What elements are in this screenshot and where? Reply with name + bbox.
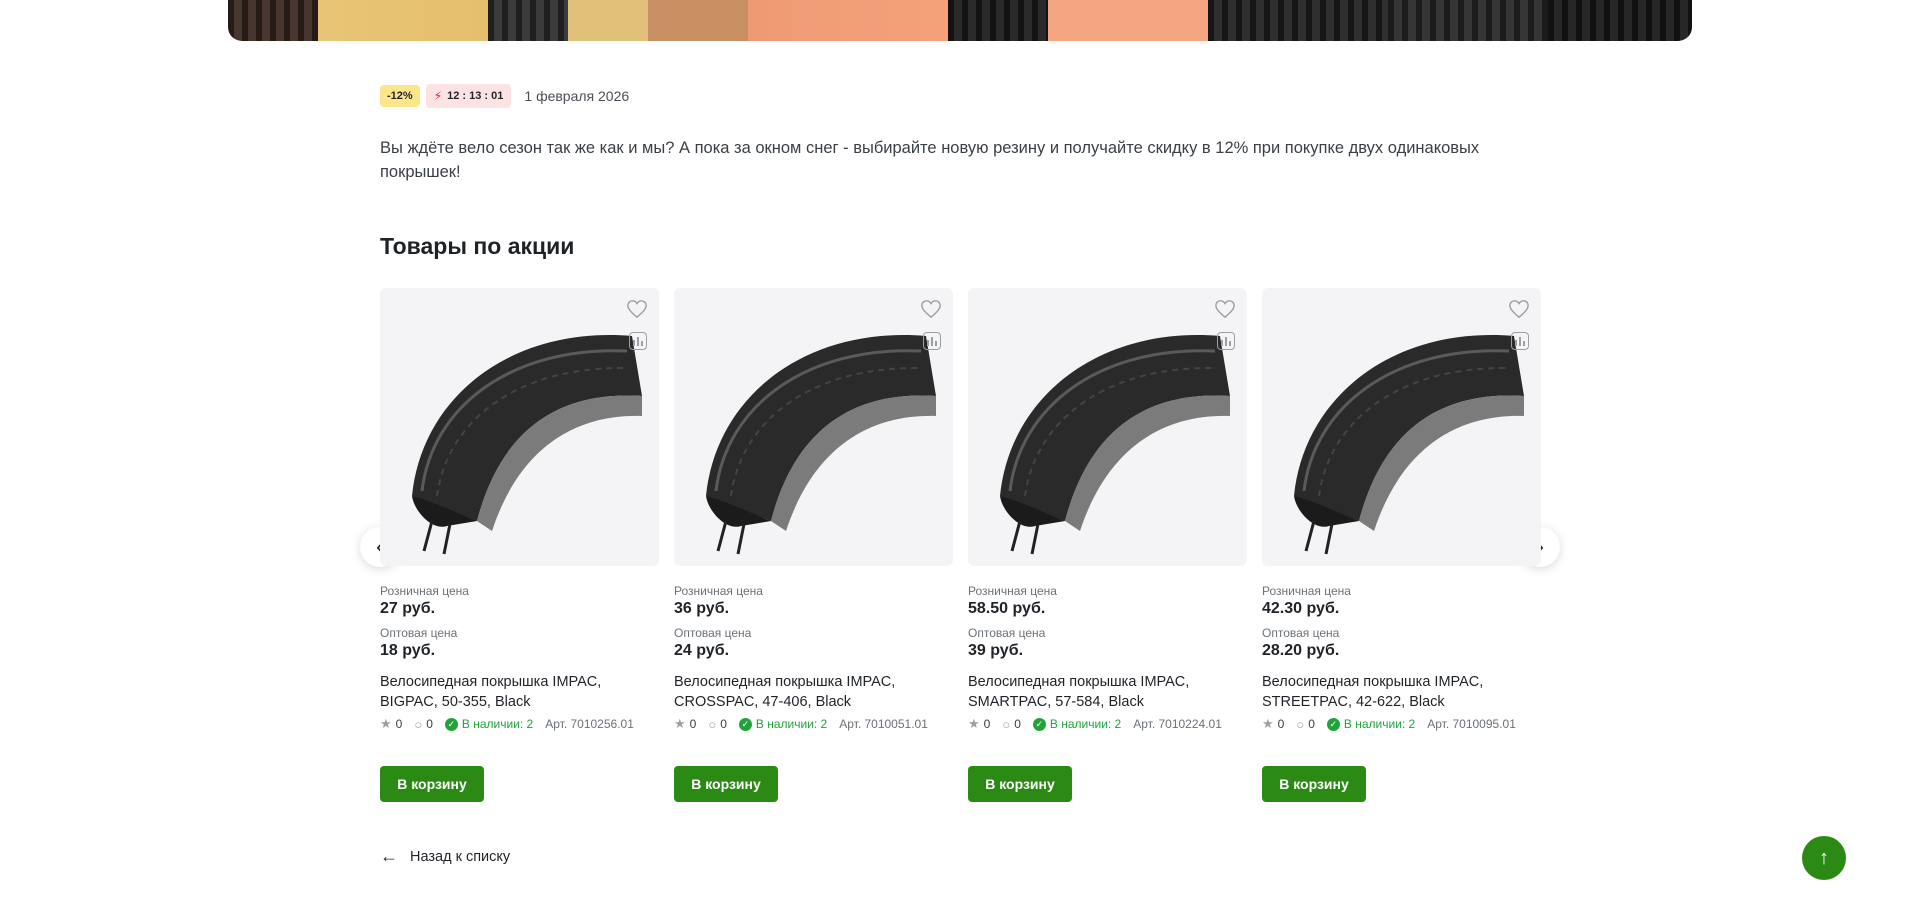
bar-chart-icon[interactable]	[1511, 332, 1529, 350]
check-circle-icon: ✓	[444, 717, 458, 731]
product-image[interactable]	[968, 288, 1247, 566]
article-number: Арт. 7010256.01	[545, 717, 634, 731]
article-number: Арт. 7010051.01	[839, 717, 928, 731]
star-icon: ★	[674, 716, 686, 731]
retail-price-label: Розничная цена	[968, 584, 1057, 598]
discount-badge: -12%	[380, 85, 420, 107]
bar-chart-icon[interactable]	[923, 332, 941, 350]
stock-text: В наличии: 2	[1049, 717, 1122, 731]
wholesale-price-label: Оптовая цена	[380, 626, 458, 640]
section-title: Товары по акции	[380, 233, 575, 259]
countdown-timer: ⚡ 12 : 13 : 01	[425, 84, 512, 108]
promo-description: Вы ждёте вело сезон так же как и мы? А п…	[380, 139, 1480, 181]
wholesale-price-label: Оптовая цена	[1262, 626, 1340, 640]
product-stats: ★ 0 ○ 0 ✓ В наличии: 2 Арт. 7010051.01	[674, 716, 953, 732]
comment-count: 0	[1308, 717, 1315, 731]
product-stats: ★ 0 ○ 0 ✓ В наличии: 2 Арт. 7010256.01	[380, 716, 659, 732]
stock-text: В наличии: 2	[755, 717, 828, 731]
bar-chart-icon[interactable]	[1217, 332, 1235, 350]
comment-count: 0	[1014, 717, 1021, 731]
promo-date: 1 февраля 2026	[524, 88, 630, 104]
product-title[interactable]: Велосипедная покрышка IMPAC, SMARTPAC, 5…	[968, 672, 1247, 712]
retail-price: 58.50 руб.	[968, 600, 1046, 617]
wholesale-price: 18 руб.	[380, 642, 436, 659]
retail-price: 36 руб.	[674, 600, 730, 617]
lightning-icon: ⚡	[433, 89, 443, 103]
star-icon: ★	[380, 716, 392, 731]
retail-price: 27 руб.	[380, 600, 436, 617]
retail-price-label: Розничная цена	[674, 584, 763, 598]
rating-count: 0	[983, 717, 991, 731]
retail-price-label: Розничная цена	[380, 584, 469, 598]
comment-icon: ○	[414, 716, 423, 732]
comment-icon: ○	[1296, 716, 1305, 732]
stock-status: ✓ В наличии: 2	[444, 717, 534, 731]
star-icon: ★	[968, 716, 980, 731]
wholesale-price-label: Оптовая цена	[968, 626, 1046, 640]
heart-icon[interactable]	[1508, 299, 1530, 319]
stock-text: В наличии: 2	[461, 717, 534, 731]
back-to-list-link[interactable]: ← Назад к списку	[380, 846, 510, 867]
wholesale-price: 24 руб.	[674, 642, 730, 659]
add-to-cart-button[interactable]: В корзину	[380, 766, 484, 802]
product-card: Розничная цена 27 руб. Оптовая цена 18 р…	[380, 288, 659, 802]
product-card: Розничная цена 58.50 руб. Оптовая цена 3…	[968, 288, 1247, 802]
heart-icon[interactable]	[1214, 299, 1236, 319]
heart-icon[interactable]	[920, 299, 942, 319]
product-image[interactable]	[674, 288, 953, 566]
wholesale-price: 28.20 руб.	[1262, 642, 1340, 659]
check-circle-icon: ✓	[1032, 717, 1046, 731]
promo-meta: -12% ⚡ 12 : 13 : 01 1 февраля 2026	[380, 84, 629, 108]
stock-status: ✓ В наличии: 2	[738, 717, 828, 731]
product-stats: ★ 0 ○ 0 ✓ В наличии: 2 Арт. 7010095.01	[1262, 716, 1541, 732]
scroll-to-top-button[interactable]: ↑	[1802, 836, 1846, 880]
check-circle-icon: ✓	[738, 717, 752, 731]
product-card: Розничная цена 42.30 руб. Оптовая цена 2…	[1262, 288, 1541, 802]
product-title[interactable]: Велосипедная покрышка IMPAC, STREETPAC, …	[1262, 672, 1541, 712]
product-card: Розничная цена 36 руб. Оптовая цена 24 р…	[674, 288, 953, 802]
stock-status: ✓ В наличии: 2	[1032, 717, 1122, 731]
arrow-left-icon: ←	[380, 846, 398, 866]
wholesale-price-label: Оптовая цена	[674, 626, 752, 640]
article-number: Арт. 7010224.01	[1133, 717, 1222, 731]
comment-count: 0	[720, 717, 727, 731]
wholesale-price: 39 руб.	[968, 642, 1024, 659]
tire-image	[1294, 335, 1524, 555]
arrow-up-icon: ↑	[1819, 846, 1829, 869]
tire-image	[412, 335, 642, 555]
tire-image	[706, 335, 936, 555]
rating-count: 0	[1277, 717, 1285, 731]
check-circle-icon: ✓	[1326, 717, 1340, 731]
product-stats: ★ 0 ○ 0 ✓ В наличии: 2 Арт. 7010224.01	[968, 716, 1247, 732]
stock-text: В наличии: 2	[1343, 717, 1416, 731]
comment-icon: ○	[708, 716, 717, 732]
tire-image	[1000, 335, 1230, 555]
timer-value: 12 : 13 : 01	[447, 90, 504, 102]
article-number: Арт. 7010095.01	[1427, 717, 1516, 731]
promo-banner-image	[228, 0, 1692, 41]
stock-status: ✓ В наличии: 2	[1326, 717, 1416, 731]
back-link-label: Назад к списку	[410, 848, 511, 865]
add-to-cart-button[interactable]: В корзину	[674, 766, 778, 802]
rating-count: 0	[689, 717, 697, 731]
product-image[interactable]	[380, 288, 659, 566]
comment-count: 0	[426, 717, 433, 731]
add-to-cart-button[interactable]: В корзину	[968, 766, 1072, 802]
retail-price-label: Розничная цена	[1262, 584, 1351, 598]
product-title[interactable]: Велосипедная покрышка IMPAC, BIGPAC, 50-…	[380, 672, 659, 712]
star-icon: ★	[1262, 716, 1274, 731]
heart-icon[interactable]	[626, 299, 648, 319]
retail-price: 42.30 руб.	[1262, 600, 1340, 617]
rating-count: 0	[395, 717, 403, 731]
bar-chart-icon[interactable]	[629, 332, 647, 350]
comment-icon: ○	[1002, 716, 1011, 732]
product-title[interactable]: Велосипедная покрышка IMPAC, CROSSPAC, 4…	[674, 672, 953, 712]
add-to-cart-button[interactable]: В корзину	[1262, 766, 1366, 802]
product-image[interactable]	[1262, 288, 1541, 566]
